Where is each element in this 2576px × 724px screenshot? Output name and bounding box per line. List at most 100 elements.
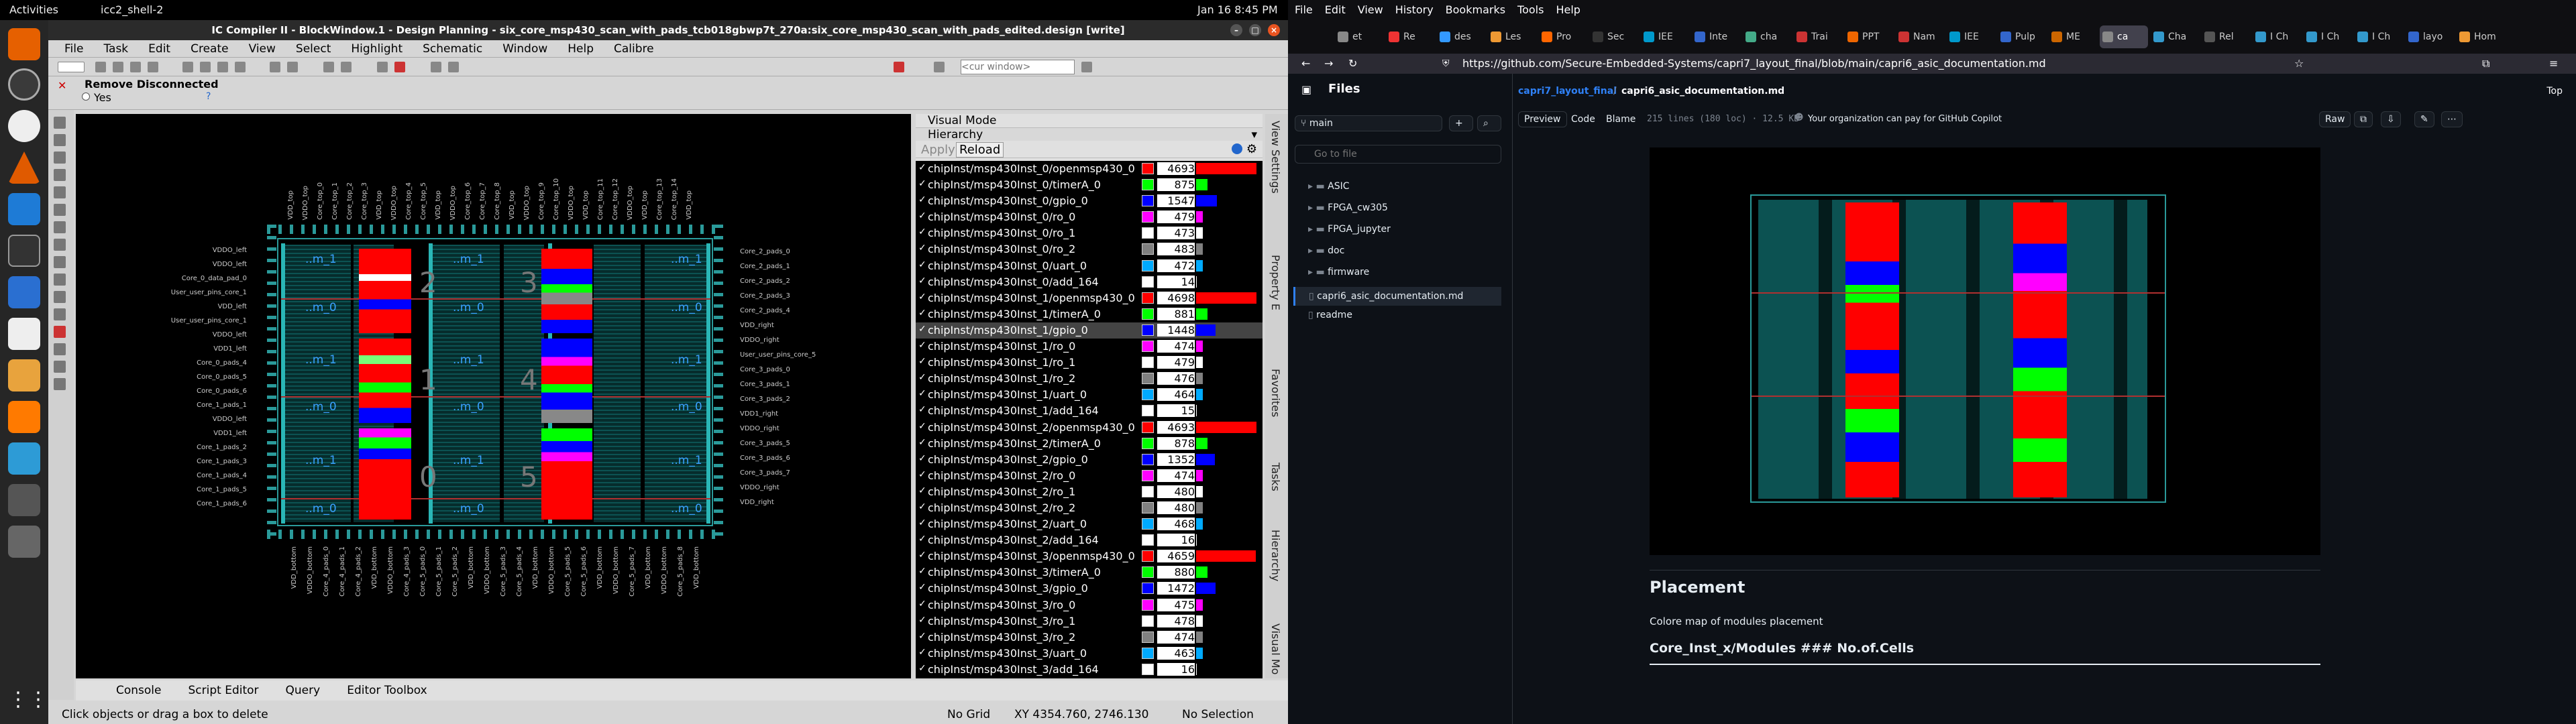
row-color-swatch[interactable] <box>1142 550 1154 562</box>
browser-tab[interactable]: ME <box>2049 25 2097 48</box>
ruler-tool-icon[interactable] <box>54 169 66 181</box>
pad-pin-label[interactable]: Core_5_pads_1 <box>435 546 443 597</box>
pad-pin-label[interactable]: Core_3_pads_0 <box>740 366 790 373</box>
ff-menu-tools[interactable]: Tools <box>1517 0 1544 20</box>
row-checkbox[interactable]: ✓ <box>918 276 926 286</box>
hierarchy-row[interactable]: ✓ chipInst/msp430Inst_1/ro_2 476 <box>916 371 1263 387</box>
maximize-icon[interactable]: □ <box>1249 24 1261 36</box>
macro-label[interactable]: ..m_0 <box>671 400 702 414</box>
pad-pin-label[interactable]: User_user_pins_core_1 <box>171 289 247 296</box>
add-file-button[interactable]: + <box>1449 115 1473 131</box>
hierarchy-row[interactable]: ✓ chipInst/msp430Inst_0/ro_0 479 <box>916 209 1263 225</box>
pad-pin-label[interactable]: VDDO_top <box>568 186 575 221</box>
pad-pin-label[interactable]: VDD_bottom <box>290 546 298 589</box>
pad-pin-label[interactable]: User_user_pins_core_5 <box>740 351 816 359</box>
browser-tab[interactable]: I Ch <box>2253 25 2301 48</box>
pad-pin-label[interactable]: Core_5_pads_2 <box>451 546 459 597</box>
save-icon[interactable] <box>113 62 123 72</box>
row-color-swatch[interactable] <box>1142 195 1154 207</box>
apply-button[interactable]: Apply <box>921 143 955 157</box>
hierarchy-row[interactable]: ✓ chipInst/msp430Inst_0/gpio_0 1547 <box>916 193 1263 209</box>
layer-select[interactable] <box>58 62 85 72</box>
tab-visual-mode[interactable]: Visual Mo <box>1269 623 1282 674</box>
clock[interactable]: Jan 16 8:45 PM <box>1197 3 1278 16</box>
hierarchy-row[interactable]: ✓ chipInst/msp430Inst_0/add_164 14 <box>916 274 1263 290</box>
row-color-swatch[interactable] <box>1142 453 1154 465</box>
menu-highlight[interactable]: Highlight <box>351 40 402 57</box>
row-color-swatch[interactable] <box>1142 308 1154 320</box>
close-option-icon[interactable]: ✕ <box>58 79 66 92</box>
stretch-tool-icon[interactable] <box>54 291 66 303</box>
row-checkbox[interactable]: ✓ <box>918 647 926 658</box>
pad-pin-label[interactable]: Core_top_9 <box>538 182 545 220</box>
forward-icon[interactable]: → <box>1324 54 1333 74</box>
hierarchy-row[interactable]: ✓ chipInst/msp430Inst_1/ro_0 474 <box>916 339 1263 355</box>
hierarchy-row[interactable]: ✓ chipInst/msp430Inst_2/openmsp430_0 4693 <box>916 420 1263 436</box>
settings-gear-icon[interactable]: ⚙ <box>1246 142 1257 156</box>
row-checkbox[interactable]: ✓ <box>918 210 926 221</box>
pad-pin-label[interactable]: Core_1_pads_2 <box>197 444 247 451</box>
menu-edit[interactable]: Edit <box>148 40 170 57</box>
core-cluster-0[interactable] <box>359 249 411 333</box>
edit-icon[interactable]: ✎ <box>2414 111 2434 127</box>
pad-pin-label[interactable]: Core_1_pads_5 <box>197 486 247 493</box>
disk-icon[interactable] <box>8 110 40 142</box>
row-checkbox[interactable]: ✓ <box>918 243 926 253</box>
pad-pin-label[interactable]: VDD1_left <box>213 345 247 353</box>
row-checkbox[interactable]: ✓ <box>918 437 926 448</box>
macro-label[interactable]: ..m_1 <box>453 253 484 266</box>
reload-button[interactable]: Reload <box>956 142 1004 158</box>
row-color-swatch[interactable] <box>1142 243 1154 255</box>
row-color-swatch[interactable] <box>1142 469 1154 481</box>
hierarchy-row[interactable]: ✓ chipInst/msp430Inst_3/ro_1 478 <box>916 613 1263 629</box>
ff-menu-edit[interactable]: Edit <box>1325 0 1346 20</box>
row-checkbox[interactable]: ✓ <box>918 388 926 399</box>
pad-pin-label[interactable]: VDDO_top <box>390 186 398 221</box>
browser-tab[interactable]: cha <box>1743 25 1791 48</box>
pad-pin-label[interactable]: VDD_top <box>287 190 294 220</box>
tab-blame[interactable]: Blame <box>1600 111 1642 127</box>
redo-icon[interactable] <box>148 62 158 72</box>
macro-label[interactable]: ..m_1 <box>453 353 484 367</box>
hierarchy-row[interactable]: ✓ chipInst/msp430Inst_1/openmsp430_0 4698 <box>916 290 1263 306</box>
zoom-tool-icon[interactable] <box>54 134 66 146</box>
minimize-icon[interactable]: – <box>1230 24 1242 36</box>
pad-pin-label[interactable]: Core_top_10 <box>553 178 560 220</box>
pad-pin-label[interactable]: Core_top_1 <box>331 182 339 220</box>
row-checkbox[interactable]: ✓ <box>918 534 926 544</box>
settings-icon[interactable] <box>8 68 40 101</box>
pad-pin-label[interactable]: Core_1_pads_3 <box>197 458 247 465</box>
pad-pin-label[interactable]: Core_top_7 <box>479 182 486 220</box>
macro-label[interactable]: ..m_1 <box>305 253 337 266</box>
macro-label[interactable]: ..m_1 <box>453 454 484 467</box>
tab-code[interactable]: Code <box>1565 111 1601 127</box>
pad-pin-label[interactable]: Core_top_13 <box>656 178 663 220</box>
pad-pin-label[interactable]: Core_1_pads_4 <box>197 472 247 479</box>
ruler-icon[interactable] <box>270 62 280 72</box>
pad-pin-label[interactable]: Core_3_pads_7 <box>740 469 790 477</box>
pad-pin-label[interactable]: VDDO_right <box>740 484 780 491</box>
row-color-swatch[interactable] <box>1142 324 1154 336</box>
pad-pin-label[interactable]: VDD_top <box>641 190 649 220</box>
tree-item-file-selected[interactable]: ▯ capri6_asic_documentation.md <box>1293 287 1501 306</box>
row-checkbox[interactable]: ✓ <box>918 550 926 560</box>
pad-pin-label[interactable]: Core_1_pads_6 <box>197 500 247 507</box>
browser-tab[interactable]: Hom <box>2457 25 2505 48</box>
layout-canvas[interactable]: ..m_1 ..m_0 ..m_1 ..m_0 ..m_1 ..m_0 ..m_… <box>76 114 911 678</box>
ff-menu-file[interactable]: File <box>1295 0 1313 20</box>
pad-pin-label[interactable]: VDD_bottom <box>693 546 700 589</box>
menu-help[interactable]: Help <box>568 40 594 57</box>
hierarchy-row[interactable]: ✓ chipInst/msp430Inst_3/openmsp430_0 4659 <box>916 548 1263 564</box>
browser-tab[interactable]: Sec <box>1590 25 1638 48</box>
row-color-swatch[interactable] <box>1142 615 1154 627</box>
pad-pin-label[interactable]: VDD_bottom <box>645 546 652 589</box>
row-color-swatch[interactable] <box>1142 647 1154 659</box>
core-cluster-1[interactable] <box>359 339 411 423</box>
terminal-icon[interactable] <box>8 235 40 267</box>
highlight-icon[interactable] <box>377 62 388 72</box>
row-checkbox[interactable]: ✓ <box>918 453 926 464</box>
pad-pin-label[interactable]: Core_top_4 <box>405 182 413 220</box>
pad-pin-label[interactable]: VDD_top <box>686 190 693 220</box>
row-color-swatch[interactable] <box>1142 259 1154 272</box>
url-bar[interactable]: https://github.com/Secure-Embedded-Syste… <box>1462 54 2046 74</box>
